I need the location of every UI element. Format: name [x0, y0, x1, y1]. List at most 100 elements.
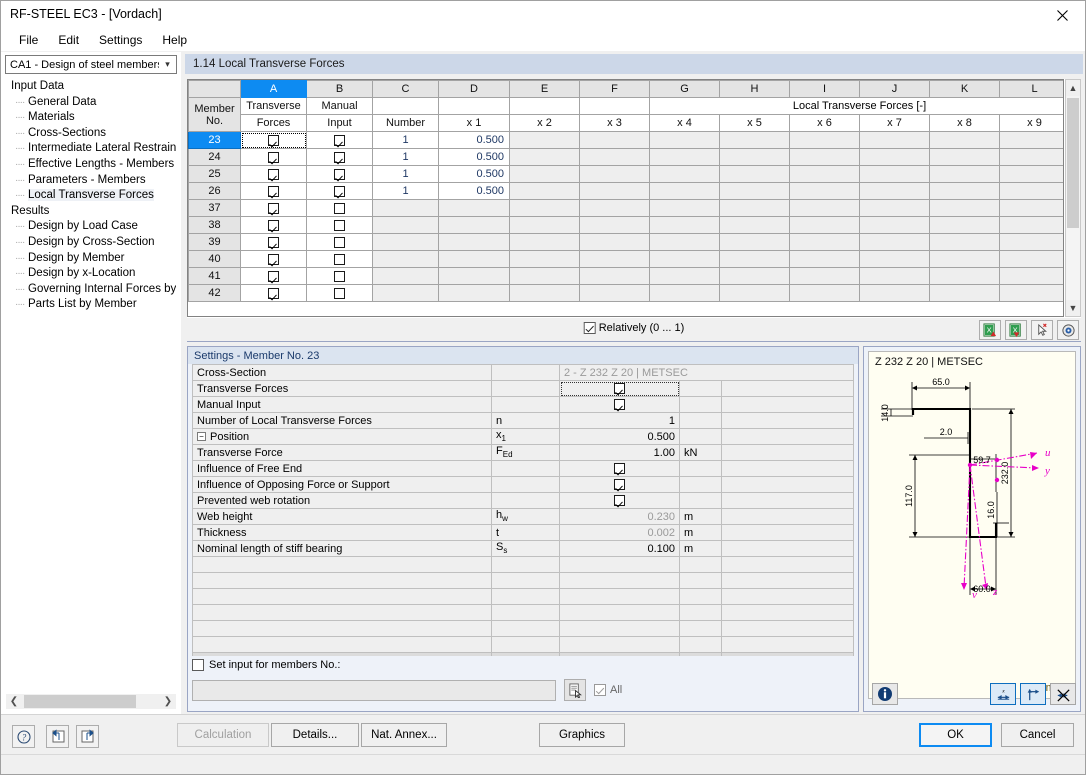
sidebar-item-materials[interactable]: ···· Materials: [6, 110, 176, 126]
close-icon[interactable]: [1039, 1, 1085, 29]
cell-x5[interactable]: [719, 165, 790, 183]
cross-section-viewport[interactable]: Z 232 Z 20 | METSEC 65.0 2.0 59.7 60.0 1…: [868, 351, 1076, 699]
cell-x8[interactable]: [929, 267, 1000, 285]
cell-x3[interactable]: [579, 284, 650, 302]
cell-x2[interactable]: [509, 250, 580, 268]
scrollbar-thumb[interactable]: [1067, 98, 1079, 228]
cell-x9[interactable]: [999, 182, 1063, 200]
all-checkbox[interactable]: All: [594, 684, 622, 696]
cell-manual-input[interactable]: [306, 182, 373, 200]
cell-manual-input[interactable]: [306, 233, 373, 251]
cell-x2[interactable]: [509, 233, 580, 251]
row-member-no[interactable]: 41: [188, 267, 241, 285]
sidebar-item-intermediate-lateral-restraints[interactable]: ···· Intermediate Lateral Restraints: [6, 141, 176, 157]
checkbox-box[interactable]: [334, 168, 345, 180]
settings-row[interactable]: Cross-Section 2 - Z 232 Z 20 | METSEC: [192, 364, 854, 381]
grid-col-J[interactable]: J: [859, 80, 930, 98]
checkbox-box[interactable]: [334, 151, 345, 163]
cell-x3[interactable]: [579, 267, 650, 285]
cell-x5[interactable]: [719, 131, 790, 149]
cell-x7[interactable]: [859, 148, 930, 166]
settings-row-value[interactable]: [559, 460, 680, 477]
chevron-up-icon[interactable]: ▲: [1066, 80, 1080, 96]
cell-x9[interactable]: [999, 284, 1063, 302]
cell-x7[interactable]: [859, 182, 930, 200]
cell-transverse-forces[interactable]: [240, 284, 307, 302]
cell-x8[interactable]: [929, 284, 1000, 302]
cell-x5[interactable]: [719, 148, 790, 166]
cell-transverse-forces[interactable]: [240, 216, 307, 234]
cell-x2[interactable]: [509, 182, 580, 200]
cell-x2[interactable]: [509, 216, 580, 234]
settings-row-value[interactable]: [559, 396, 680, 413]
row-member-no[interactable]: 25: [188, 165, 241, 183]
cell-x7[interactable]: [859, 233, 930, 251]
cell-x9[interactable]: [999, 165, 1063, 183]
cell-number[interactable]: [372, 267, 439, 285]
dimension-x-icon[interactable]: x: [990, 683, 1016, 705]
chevron-right-icon[interactable]: ❯: [160, 694, 176, 709]
checkbox-box[interactable]: [268, 134, 279, 146]
checkbox-box[interactable]: [268, 185, 279, 197]
checkbox-box[interactable]: [334, 236, 345, 248]
table-row[interactable]: 40: [188, 250, 1063, 268]
cell-x8[interactable]: [929, 216, 1000, 234]
checkbox-box[interactable]: [268, 151, 279, 163]
checkbox-box[interactable]: [334, 270, 345, 282]
sidebar-item-local-transverse-forces[interactable]: ···· Local Transverse Forces: [6, 188, 176, 204]
settings-row[interactable]: – Thickness t 0.002 m: [192, 524, 854, 541]
graphics-button[interactable]: Graphics: [539, 723, 625, 747]
cell-x9[interactable]: [999, 233, 1063, 251]
cell-manual-input[interactable]: [306, 250, 373, 268]
grid-corner[interactable]: [188, 80, 241, 98]
checkbox-box[interactable]: [334, 185, 345, 197]
cancel-button[interactable]: Cancel: [1001, 723, 1074, 747]
grid-col-B[interactable]: B: [306, 80, 373, 98]
settings-row-value[interactable]: 0.230: [559, 508, 680, 525]
grid-col-I[interactable]: I: [789, 80, 860, 98]
cell-x3[interactable]: [579, 199, 650, 217]
cell-x1[interactable]: [438, 199, 510, 217]
table-row[interactable]: 41: [188, 267, 1063, 285]
settings-row[interactable]: – Nominal length of stiff bearing Ss 0.100 m: [192, 540, 854, 557]
checkbox-box[interactable]: [583, 322, 596, 334]
cell-x4[interactable]: [649, 267, 720, 285]
checkbox-box[interactable]: [268, 253, 279, 265]
cell-manual-input[interactable]: [306, 284, 373, 302]
checkbox-box[interactable]: [594, 684, 606, 696]
set-input-checkbox-row[interactable]: Set input for members No.:: [192, 656, 854, 673]
sidebar-item-parameters-members[interactable]: ···· Parameters - Members: [6, 173, 176, 189]
row-member-no[interactable]: 24: [188, 148, 241, 166]
grid-col-E[interactable]: E: [509, 80, 580, 98]
table-row[interactable]: 26 1 0.500: [188, 182, 1063, 200]
set-input-checkbox[interactable]: [192, 658, 204, 671]
cell-number[interactable]: 1: [372, 131, 439, 149]
cell-x7[interactable]: [859, 165, 930, 183]
cell-transverse-forces[interactable]: [240, 250, 307, 268]
cell-number[interactable]: [372, 199, 439, 217]
cell-x7[interactable]: [859, 131, 930, 149]
cell-x6[interactable]: [789, 182, 860, 200]
pick-members-icon[interactable]: [564, 679, 586, 701]
row-member-no[interactable]: 40: [188, 250, 241, 268]
checkbox-box[interactable]: [614, 479, 625, 491]
table-row[interactable]: 42: [188, 284, 1063, 302]
settings-row[interactable]: − Position x1 0.500: [192, 428, 854, 445]
row-member-no[interactable]: 37: [188, 199, 241, 217]
settings-row[interactable]: – Prevented web rotation: [192, 492, 854, 509]
cell-x1[interactable]: [438, 216, 510, 234]
sidebar-item-governing-internal-forces[interactable]: ···· Governing Internal Forces by M: [6, 282, 176, 298]
cell-transverse-forces[interactable]: [240, 199, 307, 217]
sidebar-item-design-by-load-case[interactable]: ···· Design by Load Case: [6, 219, 176, 235]
checkbox-box[interactable]: [268, 236, 279, 248]
cell-x4[interactable]: [649, 284, 720, 302]
cell-x3[interactable]: [579, 182, 650, 200]
cell-number[interactable]: [372, 216, 439, 234]
cell-x1[interactable]: [438, 284, 510, 302]
cell-x5[interactable]: [719, 284, 790, 302]
settings-row[interactable]: – Influence of Opposing Force or Support: [192, 476, 854, 493]
cell-x2[interactable]: [509, 284, 580, 302]
grid-col-C[interactable]: C: [372, 80, 439, 98]
row-member-no[interactable]: 38: [188, 216, 241, 234]
cell-x5[interactable]: [719, 199, 790, 217]
